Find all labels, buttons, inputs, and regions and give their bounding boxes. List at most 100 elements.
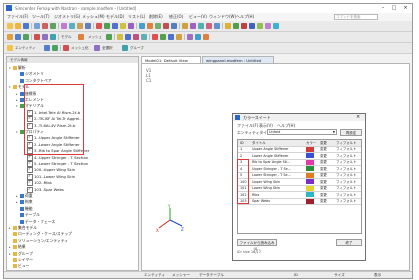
default-button[interactable]: フィフォルト [336,185,356,191]
color-swatch[interactable] [306,172,314,178]
tree-item[interactable]: レイヤー [9,257,33,263]
tree-item[interactable]: ▸ 荷重 [16,193,33,199]
color-swatch[interactable] [306,153,314,158]
nodes-icon[interactable] [225,23,231,29]
paste-icon[interactable] [69,23,75,29]
color-swatch[interactable] [306,159,314,165]
model-dropdown-icon[interactable] [78,34,84,40]
select-all-icon[interactable] [94,45,100,51]
workplane-icon[interactable] [190,23,196,29]
tree-item[interactable]: ▾ 解析 [9,65,26,71]
menu-window[interactable]: ウィンドウ(W) [209,14,236,20]
dialog-close-icon[interactable]: × [356,114,360,120]
points-icon[interactable] [273,23,279,29]
tree-item[interactable]: ▸ 集合モデル [9,225,37,231]
maximize-button[interactable]: □ [389,5,399,12]
grid-icon[interactable] [198,23,204,29]
view-right-icon[interactable] [168,34,174,40]
default-button[interactable]: フィフォルト [336,153,356,159]
tree-item[interactable]: ジオメトリ [16,71,44,77]
color-swatch[interactable] [306,146,314,152]
menu-geometry[interactable]: ジオメトリ(G) [54,14,80,20]
rotate-icon[interactable] [96,23,102,29]
default-button[interactable]: フィフォルト [336,146,356,152]
change-button[interactable]: 変更 [320,172,327,178]
mesh-size-icon[interactable] [34,34,40,40]
group-icon[interactable] [122,45,128,51]
contour-icon[interactable] [163,23,169,29]
filter-icon[interactable] [23,34,29,40]
autoscale-icon[interactable] [120,23,126,29]
tree-item[interactable]: 機能 [16,206,33,212]
post-icon[interactable] [187,34,193,40]
import-from-file-button[interactable]: ファイルから読み込み(I)... [237,239,277,251]
mesh-dropdown-icon[interactable] [106,34,112,40]
change-button[interactable]: 変更 [320,146,327,152]
loads-icon[interactable] [241,23,247,29]
open-folder-icon[interactable] [15,23,21,29]
menu-help[interactable]: ヘルプ(H) [236,14,254,20]
status-item[interactable]: データテーブル [199,273,224,278]
change-button[interactable]: 変更 [320,159,327,165]
tree-item[interactable]: 103..Spar Webs [23,186,64,193]
redo-icon[interactable] [50,23,56,29]
status-item[interactable]: メッシャー [172,273,190,278]
geometry-mesh-icon[interactable] [50,34,56,40]
tree-item[interactable]: ビュー [9,263,29,269]
menu-modify[interactable]: 修正(O) [169,14,183,20]
default-button[interactable]: フィフォルト [336,179,356,185]
visibility-checkbox[interactable] [27,186,33,193]
color-row[interactable]: 103 Spar Webs 変更 フィフォルト [238,198,361,205]
pick-icon[interactable] [77,23,83,29]
tree-item[interactable]: ソリューション/エンティティ [9,238,68,244]
tree-item[interactable]: 5..Lower Stringer - T Section [23,160,88,167]
tree-item[interactable]: ▸ 結果 [9,244,26,250]
deform-icon[interactable] [171,23,177,29]
new-file-icon[interactable] [7,23,13,29]
reset-button[interactable]: 再設定 [340,129,362,136]
shaded-icon[interactable] [141,34,147,40]
toolbar-select-label[interactable]: 全選択 [102,46,113,51]
minimize-button[interactable]: – [378,5,388,12]
color-swatch[interactable] [306,192,314,197]
tree-item[interactable]: ローディング・ケース/ステップ [9,231,72,237]
menu-view[interactable]: ビュー(V) [189,14,207,20]
menu-tools[interactable]: ツール(T) [32,14,50,20]
ok-button[interactable]: 終了 [336,239,362,246]
groups-icon[interactable] [214,23,220,29]
view-front-icon[interactable] [152,34,158,40]
color-swatch[interactable] [306,185,314,191]
meshing-toolbox-icon[interactable] [63,45,69,51]
select-icon[interactable] [7,34,13,40]
default-button[interactable]: フィフォルト [336,166,356,172]
animate-icon[interactable] [195,34,201,40]
tab-default-view[interactable]: Model01: Default View [141,56,201,63]
save-icon[interactable] [23,23,29,29]
xy-plot-icon[interactable] [203,34,209,40]
menu-delete[interactable]: 削除(E) [149,14,163,20]
change-button[interactable]: 変更 [320,166,327,172]
display-icon[interactable] [155,23,161,29]
copy-icon[interactable] [61,23,67,29]
change-button[interactable]: 変更 [320,153,327,159]
wire-view-icon[interactable] [125,34,131,40]
surfaces-icon[interactable] [257,23,263,29]
view-iso-icon[interactable] [176,34,182,40]
layers-icon[interactable] [206,23,212,29]
color-swatch[interactable] [306,166,314,171]
redraw-icon[interactable] [147,23,153,29]
tree-item[interactable]: テーブル [16,212,40,218]
api-icon[interactable] [52,45,58,51]
entity-editor-icon[interactable] [7,45,13,51]
menu-mesh[interactable]: メッシュ(M) [82,14,105,20]
constraints-icon[interactable] [249,23,255,29]
magnify-icon[interactable] [128,23,134,29]
menu-list[interactable]: リスト(L) [128,14,145,20]
solid-view-icon[interactable] [117,34,123,40]
curves-icon[interactable] [265,23,271,29]
close-button[interactable]: × [400,5,411,12]
default-button[interactable]: フィフォルト [336,172,356,178]
regenerate-icon[interactable] [139,23,145,29]
menu-file[interactable]: ファイル(F) [7,14,28,20]
status-item[interactable]: エンティティ [144,273,165,278]
